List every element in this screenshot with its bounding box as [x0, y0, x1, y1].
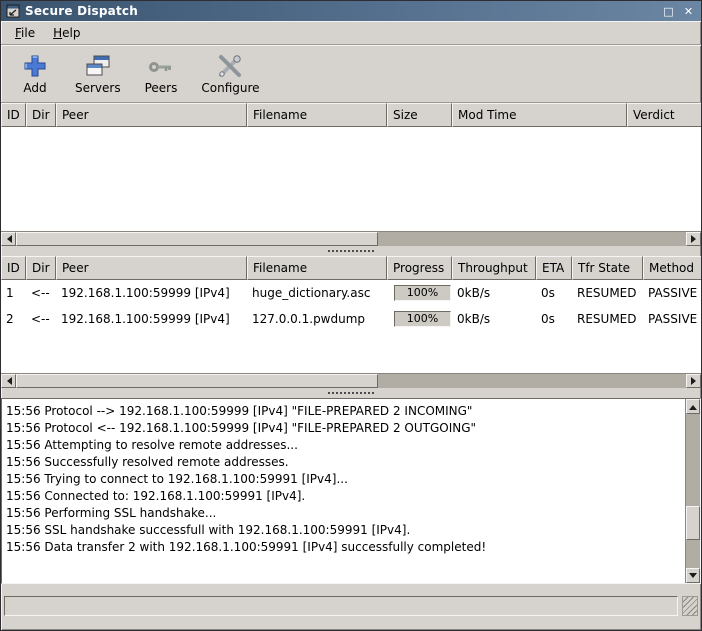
- cell-throughput: 0kB/s: [457, 312, 491, 326]
- window-icon: [6, 4, 20, 18]
- menu-help[interactable]: Help: [45, 23, 88, 43]
- peers-key-icon: [148, 53, 174, 79]
- table-row[interactable]: 1 <-- 192.168.1.100:59999 [IPv4] huge_di…: [1, 280, 701, 306]
- cell-throughput: 0kB/s: [457, 286, 491, 300]
- log-panel: 15:56 Protocol --> 192.168.1.100:59999 […: [1, 398, 701, 584]
- pending-hscroll-thumb[interactable]: [16, 232, 378, 246]
- configure-tools-icon: [217, 53, 243, 79]
- transfers-hscroll-thumb[interactable]: [16, 374, 378, 388]
- splitter-grip: [328, 250, 374, 252]
- window-title: Secure Dispatch: [25, 4, 138, 18]
- pending-col-filename[interactable]: Filename: [247, 103, 387, 127]
- add-plus-icon: [22, 53, 48, 79]
- scroll-down-icon[interactable]: [686, 568, 700, 583]
- cell-method: PASSIVE: [648, 312, 698, 326]
- cell-id: 2: [6, 312, 14, 326]
- transfers-col-tfrstate[interactable]: Tfr State: [572, 256, 643, 280]
- transfers-hscroll-track[interactable]: [378, 374, 686, 388]
- resize-grip[interactable]: [682, 596, 698, 616]
- add-button[interactable]: Add: [13, 50, 57, 98]
- cell-tfrstate: RESUMED: [577, 312, 637, 326]
- add-label: Add: [23, 80, 47, 95]
- cell-filename: huge_dictionary.asc: [252, 286, 371, 300]
- menu-bar: File Help: [1, 21, 701, 45]
- transfers-col-progress[interactable]: Progress: [387, 256, 452, 280]
- cell-tfrstate: RESUMED: [577, 286, 637, 300]
- transfers-col-eta[interactable]: ETA: [536, 256, 572, 280]
- transfers-col-id[interactable]: ID: [1, 256, 26, 280]
- pending-col-verdict[interactable]: Verdict: [627, 103, 701, 127]
- scroll-up-icon[interactable]: [686, 399, 700, 414]
- transfers-col-peer[interactable]: Peer: [56, 256, 247, 280]
- pending-table-header: ID Dir Peer Filename Size Mod Time Verdi…: [1, 103, 701, 127]
- log-vscroll-track[interactable]: [686, 414, 700, 568]
- log-text-area[interactable]: 15:56 Protocol --> 192.168.1.100:59999 […: [2, 399, 685, 583]
- log-line: 15:56 Trying to connect to 192.168.1.100…: [6, 472, 348, 486]
- pending-hscroll-track[interactable]: [378, 232, 686, 246]
- servers-button[interactable]: Servers: [69, 50, 127, 98]
- configure-label: Configure: [201, 80, 260, 95]
- servers-icon: [85, 53, 111, 79]
- log-line: 15:56 Protocol --> 192.168.1.100:59999 […: [6, 404, 473, 418]
- transfers-col-method[interactable]: Method: [643, 256, 701, 280]
- transfers-col-dir[interactable]: Dir: [26, 256, 56, 280]
- menu-file[interactable]: File: [7, 23, 43, 43]
- scroll-right-icon[interactable]: [686, 232, 701, 246]
- cell-peer: 192.168.1.100:59999 [IPv4]: [61, 286, 230, 300]
- log-line: 15:56 Connected to: 192.168.1.100:59991 …: [6, 489, 306, 503]
- pending-col-peer[interactable]: Peer: [56, 103, 247, 127]
- cell-method: PASSIVE: [648, 286, 698, 300]
- pending-table-body[interactable]: [1, 127, 701, 231]
- scroll-left-icon[interactable]: [1, 374, 16, 388]
- cell-filename: 127.0.0.1.pwdump: [252, 312, 366, 326]
- peers-button[interactable]: Peers: [139, 50, 184, 98]
- pane-splitter-bottom[interactable]: [1, 388, 701, 398]
- maximize-icon[interactable]: □: [661, 4, 676, 19]
- log-line: 15:56 Successfully resolved remote addre…: [6, 455, 289, 469]
- cell-progress: 100%: [387, 285, 452, 301]
- transfers-col-filename[interactable]: Filename: [247, 256, 387, 280]
- splitter-grip: [328, 392, 374, 394]
- pane-splitter-top[interactable]: [1, 246, 701, 256]
- pending-hscrollbar: [1, 231, 701, 246]
- progress-bar: 100%: [394, 285, 451, 301]
- cell-eta: 0s: [541, 312, 555, 326]
- pending-col-modtime[interactable]: Mod Time: [452, 103, 627, 127]
- scroll-left-icon[interactable]: [1, 232, 16, 246]
- transfers-col-throughput[interactable]: Throughput: [452, 256, 536, 280]
- cell-peer: 192.168.1.100:59999 [IPv4]: [61, 312, 230, 326]
- log-vscrollbar: [685, 399, 700, 583]
- log-line: 15:56 SSL handshake successfull with 192…: [6, 523, 411, 537]
- transfers-table-body: 1 <-- 192.168.1.100:59999 [IPv4] huge_di…: [1, 280, 701, 373]
- table-row[interactable]: 2 <-- 192.168.1.100:59999 [IPv4] 127.0.0…: [1, 306, 701, 332]
- configure-button[interactable]: Configure: [195, 50, 265, 98]
- cell-eta: 0s: [541, 286, 555, 300]
- transfers-hscrollbar: [1, 373, 701, 388]
- pending-col-size[interactable]: Size: [387, 103, 452, 127]
- peers-label: Peers: [144, 80, 178, 95]
- cell-id: 1: [6, 286, 14, 300]
- progress-bar: 100%: [394, 311, 451, 327]
- transfers-table-header: ID Dir Peer Filename Progress Throughput…: [1, 256, 701, 280]
- pending-col-id[interactable]: ID: [1, 103, 26, 127]
- log-vscroll-thumb[interactable]: [686, 506, 700, 541]
- cell-dir: <--: [31, 312, 50, 326]
- toolbar: Add Servers Peers Configure: [1, 45, 701, 103]
- cell-progress: 100%: [387, 311, 452, 327]
- log-line: 15:56 Attempting to resolve remote addre…: [6, 438, 298, 452]
- log-line: 15:56 Protocol <-- 192.168.1.100:59999 […: [6, 421, 477, 435]
- servers-label: Servers: [75, 80, 121, 95]
- titlebar[interactable]: Secure Dispatch □ ✕: [1, 1, 701, 21]
- cell-dir: <--: [31, 286, 50, 300]
- scroll-right-icon[interactable]: [686, 374, 701, 388]
- status-bar: [4, 596, 678, 616]
- log-line: 15:56 Data transfer 2 with 192.168.1.100…: [6, 540, 487, 554]
- app-window: Secure Dispatch □ ✕ File Help Add Server…: [0, 0, 702, 631]
- pending-col-dir[interactable]: Dir: [26, 103, 56, 127]
- status-area: [1, 584, 701, 630]
- log-line: 15:56 Performing SSL handshake...: [6, 506, 217, 520]
- close-icon[interactable]: ✕: [681, 4, 696, 19]
